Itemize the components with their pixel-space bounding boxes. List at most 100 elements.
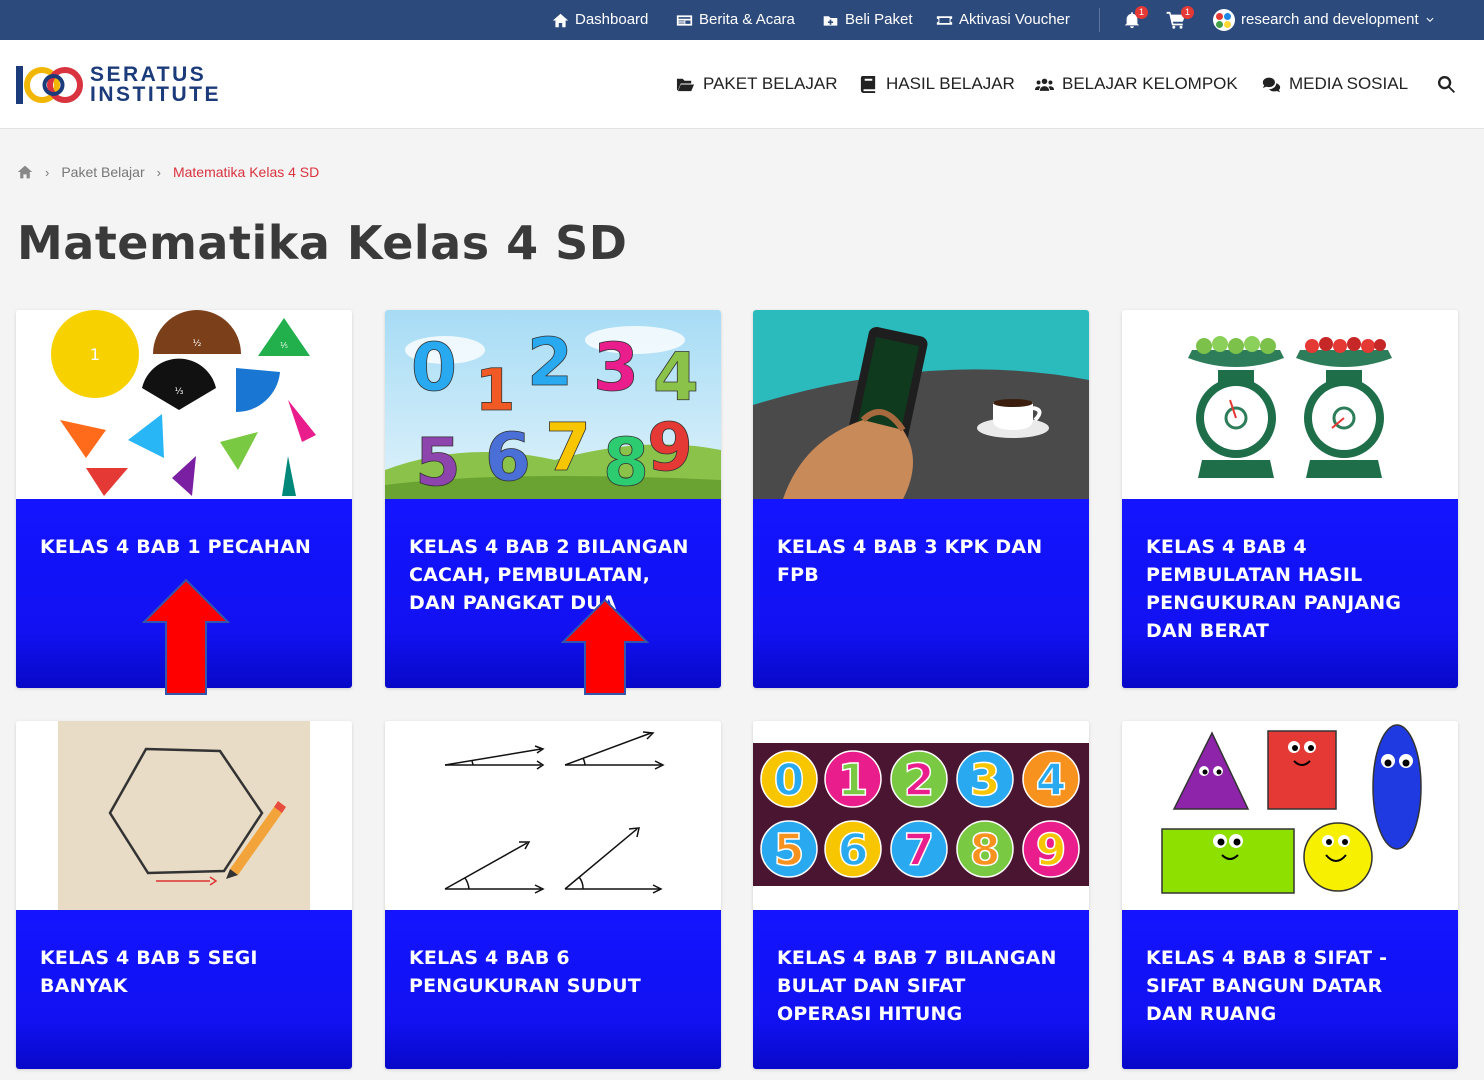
card-title[interactable]: KELAS 4 BAB 5 SEGI BANYAK (40, 944, 328, 1000)
svg-text:2: 2 (904, 755, 935, 806)
voucher-link[interactable]: Aktivasi Voucher (936, 10, 1070, 30)
logo[interactable]: SERATUS INSTITUTE (16, 64, 219, 108)
course-card[interactable]: KELAS 4 BAB 4 PEMBULATAN HASIL PENGUKURA… (1122, 310, 1458, 688)
card-thumbnail (753, 310, 1089, 499)
notification-badge: 1 (1135, 6, 1148, 19)
breadcrumb-separator: › (45, 164, 50, 180)
red-arrow-annotation (142, 578, 230, 695)
book-icon (860, 75, 876, 93)
svg-text:5: 5 (415, 424, 461, 499)
page-title: Matematika Kelas 4 SD (17, 216, 628, 270)
card-title[interactable]: KELAS 4 BAB 1 PECAHAN (40, 533, 328, 561)
breadcrumb: › Paket Belajar › Matematika Kelas 4 SD (17, 162, 319, 182)
svg-text:8: 8 (970, 825, 1001, 876)
svg-text:0: 0 (774, 755, 805, 806)
card-thumbnail: 1 ½ ⅕ ⅓ (16, 310, 352, 499)
course-card[interactable]: KELAS 4 BAB 8 SIFAT - SIFAT BANGUN DATAR… (1122, 721, 1458, 1069)
logo-line-1: SERATUS (90, 63, 207, 86)
cart-badge: 1 (1181, 6, 1194, 19)
newspaper-icon (676, 14, 693, 26)
nav-hasil-belajar[interactable]: HASIL BELAJAR (859, 72, 1015, 96)
card-thumbnail (1122, 310, 1458, 499)
card-title[interactable]: KELAS 4 BAB 4 PEMBULATAN HASIL PENGUKURA… (1146, 533, 1434, 645)
breadcrumb-current: Matematika Kelas 4 SD (172, 164, 320, 180)
breadcrumb-separator: › (156, 164, 161, 180)
beli-paket-label: Beli Paket (845, 11, 913, 28)
card-thumbnail: 0 1 2 3 4 5 6 7 8 9 (385, 310, 721, 499)
dashboard-link[interactable]: Dashboard (552, 10, 648, 30)
breadcrumb-paket-belajar[interactable]: Paket Belajar (61, 164, 144, 180)
card-body: KELAS 4 BAB 3 KPK DAN FPB (753, 499, 1089, 688)
card-title[interactable]: KELAS 4 BAB 8 SIFAT - SIFAT BANGUN DATAR… (1146, 944, 1434, 1028)
svg-text:4: 4 (1036, 755, 1067, 806)
notification-button[interactable]: 1 (1123, 6, 1148, 30)
svg-text:4: 4 (653, 339, 699, 416)
user-menu[interactable]: research and development (1213, 9, 1435, 31)
svg-text:3: 3 (970, 755, 1001, 806)
logo-mark (16, 66, 83, 104)
voucher-label: Aktivasi Voucher (959, 11, 1070, 28)
avatar (1213, 9, 1235, 31)
divider (1099, 8, 1100, 32)
berita-link[interactable]: Berita & Acara (676, 10, 795, 30)
users-icon (1035, 78, 1054, 91)
folder-open-icon (676, 78, 695, 91)
svg-text:2: 2 (527, 324, 573, 401)
svg-text:8: 8 (603, 424, 649, 499)
svg-text:9: 9 (1036, 825, 1067, 876)
card-body: KELAS 4 BAB 8 SIFAT - SIFAT BANGUN DATAR… (1122, 910, 1458, 1069)
svg-text:5: 5 (774, 825, 805, 876)
card-title[interactable]: KELAS 4 BAB 2 BILANGAN CACAH, PEMBULATAN… (409, 533, 697, 617)
dashboard-label: Dashboard (575, 11, 649, 28)
card-thumbnail (385, 721, 721, 910)
svg-text:7: 7 (904, 825, 935, 876)
home-icon (552, 13, 569, 27)
svg-text:6: 6 (838, 825, 869, 876)
svg-text:7: 7 (545, 409, 591, 486)
card-body: KELAS 4 BAB 4 PEMBULATAN HASIL PENGUKURA… (1122, 499, 1458, 688)
card-body: KELAS 4 BAB 5 SEGI BANYAK (16, 910, 352, 1069)
cart-button[interactable]: 1 (1166, 6, 1194, 30)
svg-text:⅓: ⅓ (175, 387, 184, 397)
svg-text:6: 6 (485, 419, 531, 496)
nav-media-sosial[interactable]: MEDIA SOSIAL (1262, 72, 1408, 96)
nav-label: MEDIA SOSIAL (1289, 74, 1409, 93)
card-thumbnail (1122, 721, 1458, 910)
course-card[interactable]: 0 1 2 3 4 5 6 7 8 9 KELAS 4 BAB 2 BILANG… (385, 310, 721, 688)
course-card[interactable]: KELAS 4 BAB 3 KPK DAN FPB (753, 310, 1089, 688)
berita-label: Berita & Acara (699, 11, 795, 28)
svg-text:1: 1 (475, 356, 515, 424)
card-body: KELAS 4 BAB 2 BILANGAN CACAH, PEMBULATAN… (385, 499, 721, 688)
user-name: research and development (1241, 11, 1419, 28)
main-header: SERATUS INSTITUTE PAKET BELAJAR HASIL BE… (0, 40, 1484, 129)
course-card[interactable]: 0 1 2 3 4 5 6 7 8 9 KELAS 4 BAB 7 BILANG… (753, 721, 1089, 1069)
red-arrow-annotation (561, 598, 649, 695)
card-title[interactable]: KELAS 4 BAB 7 BILANGAN BULAT DAN SIFAT O… (777, 944, 1065, 1028)
svg-text:½: ½ (193, 339, 202, 349)
card-body: KELAS 4 BAB 7 BILANGAN BULAT DAN SIFAT O… (753, 910, 1089, 1069)
svg-text:1: 1 (90, 345, 100, 364)
logo-text: SERATUS INSTITUTE (90, 63, 221, 106)
svg-text:3: 3 (593, 329, 639, 406)
course-card[interactable]: KELAS 4 BAB 6 PENGUKURAN SUDUT (385, 721, 721, 1069)
card-body: KELAS 4 BAB 6 PENGUKURAN SUDUT (385, 910, 721, 1069)
search-icon (1437, 75, 1456, 93)
card-thumbnail: 0 1 2 3 4 5 6 7 8 9 (753, 721, 1089, 910)
svg-text:9: 9 (647, 409, 693, 486)
search-button[interactable] (1437, 72, 1456, 96)
nav-label: PAKET BELAJAR (703, 74, 838, 93)
course-card[interactable]: KELAS 4 BAB 5 SEGI BANYAK (16, 721, 352, 1069)
card-title[interactable]: KELAS 4 BAB 6 PENGUKURAN SUDUT (409, 944, 697, 1000)
svg-text:1: 1 (838, 755, 869, 806)
top-bar: Dashboard Berita & Acara Beli Paket Akti… (0, 0, 1484, 40)
comments-icon (1262, 77, 1281, 92)
chevron-down-icon (1426, 17, 1434, 22)
package-icon (823, 15, 838, 26)
nav-label: BELAJAR KELOMPOK (1062, 74, 1238, 93)
home-icon[interactable] (17, 164, 33, 180)
logo-line-2: INSTITUTE (90, 83, 221, 106)
nav-paket-belajar[interactable]: PAKET BELAJAR (676, 72, 837, 96)
nav-belajar-kelompok[interactable]: BELAJAR KELOMPOK (1035, 72, 1238, 96)
card-title[interactable]: KELAS 4 BAB 3 KPK DAN FPB (777, 533, 1065, 589)
beli-paket-link[interactable]: Beli Paket (822, 10, 913, 30)
